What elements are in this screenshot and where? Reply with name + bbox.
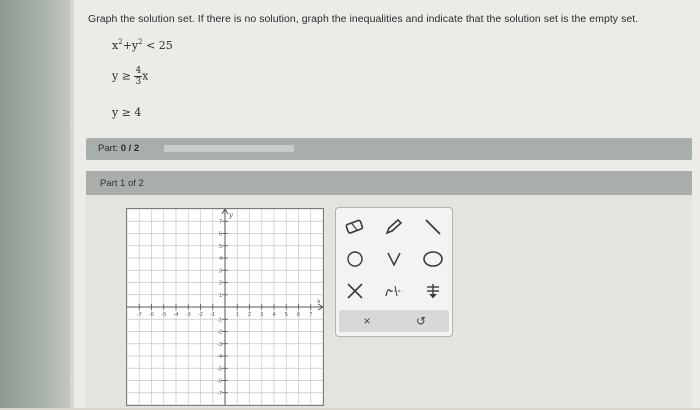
equation-1: x2+y2 < 25: [112, 38, 173, 52]
x-tick-label: 2: [248, 312, 251, 318]
x-tick-label: -5: [161, 312, 166, 318]
y-tick-label: 3: [219, 268, 222, 274]
toolbox-footer: × ↺: [339, 310, 449, 332]
x-tick-label: -4: [174, 312, 179, 318]
y-tick-label: -4: [217, 354, 222, 360]
y-tick-label: -1: [217, 317, 222, 323]
x-tick-label: -3: [186, 312, 191, 318]
y-tick-label: 6: [219, 232, 222, 238]
clear-button[interactable]: ×: [347, 312, 387, 330]
x-axis-label: x: [317, 297, 321, 305]
part-progress-bar: Part: 0 / 2: [86, 138, 692, 160]
equation-3: y ≥ 4: [112, 106, 142, 119]
coordinate-graph[interactable]: -7 -6 -5 -4 -3 -2 -1 1 2 3 4 5 6 7 7 6 5 4 3 2 1 -1 -2 -3 -4 -5 -6…: [126, 208, 324, 406]
x-tick-label: 3: [260, 312, 263, 318]
line-icon[interactable]: [418, 214, 448, 240]
y-tick-label: -2: [217, 330, 222, 336]
x-tick-label: 7: [309, 312, 312, 318]
open-circle-icon[interactable]: [340, 246, 370, 272]
question-instruction: Graph the solution set. If there is no s…: [88, 13, 639, 25]
x-tick-label: 1: [236, 312, 239, 318]
y-tick-label: -5: [217, 366, 222, 372]
y-tick-label: 1: [219, 293, 222, 299]
x-tick-label: -2: [198, 312, 203, 318]
shade-icon[interactable]: [418, 278, 448, 304]
equation-2: y ≥ 43x: [112, 66, 149, 87]
y-tick-label: -6: [217, 379, 222, 385]
progress-track: [164, 145, 294, 152]
y-tick-label: 2: [219, 281, 222, 287]
graph-hatch-icon[interactable]: [379, 278, 409, 304]
part-label: Part: 0 / 2: [98, 143, 140, 154]
x-tick-label: 6: [297, 312, 300, 318]
y-tick-label: 4: [219, 256, 222, 262]
intersection-x-icon[interactable]: [340, 278, 370, 304]
graph-svg[interactable]: -7 -6 -5 -4 -3 -2 -1 1 2 3 4 5 6 7 7 6 5 4 3 2 1 -1 -2 -3 -4 -5 -6…: [126, 208, 324, 406]
union-icon[interactable]: [379, 246, 409, 272]
part-1-label: Part 1 of 2: [100, 178, 144, 189]
y-tick-label: -3: [217, 342, 222, 348]
eraser-icon[interactable]: [340, 214, 370, 240]
x-tick-label: 5: [285, 312, 288, 318]
y-tick-label: 5: [219, 244, 222, 250]
x-tick-label: -1: [210, 312, 215, 318]
y-tick-label: -7: [217, 391, 222, 397]
pencil-icon[interactable]: [379, 214, 409, 240]
x-tick-label: 4: [272, 312, 275, 318]
left-background-strip: [0, 0, 70, 408]
x-tick-label: -7: [137, 312, 142, 318]
x-tick-label: -6: [149, 312, 154, 318]
part-1-header: Part 1 of 2: [86, 171, 692, 195]
y-tick-label: 7: [219, 219, 222, 225]
graph-toolbox: × ↺: [335, 207, 453, 337]
circle-icon[interactable]: [418, 246, 448, 272]
undo-button[interactable]: ↺: [401, 312, 441, 330]
y-axis-label: y: [228, 211, 233, 219]
